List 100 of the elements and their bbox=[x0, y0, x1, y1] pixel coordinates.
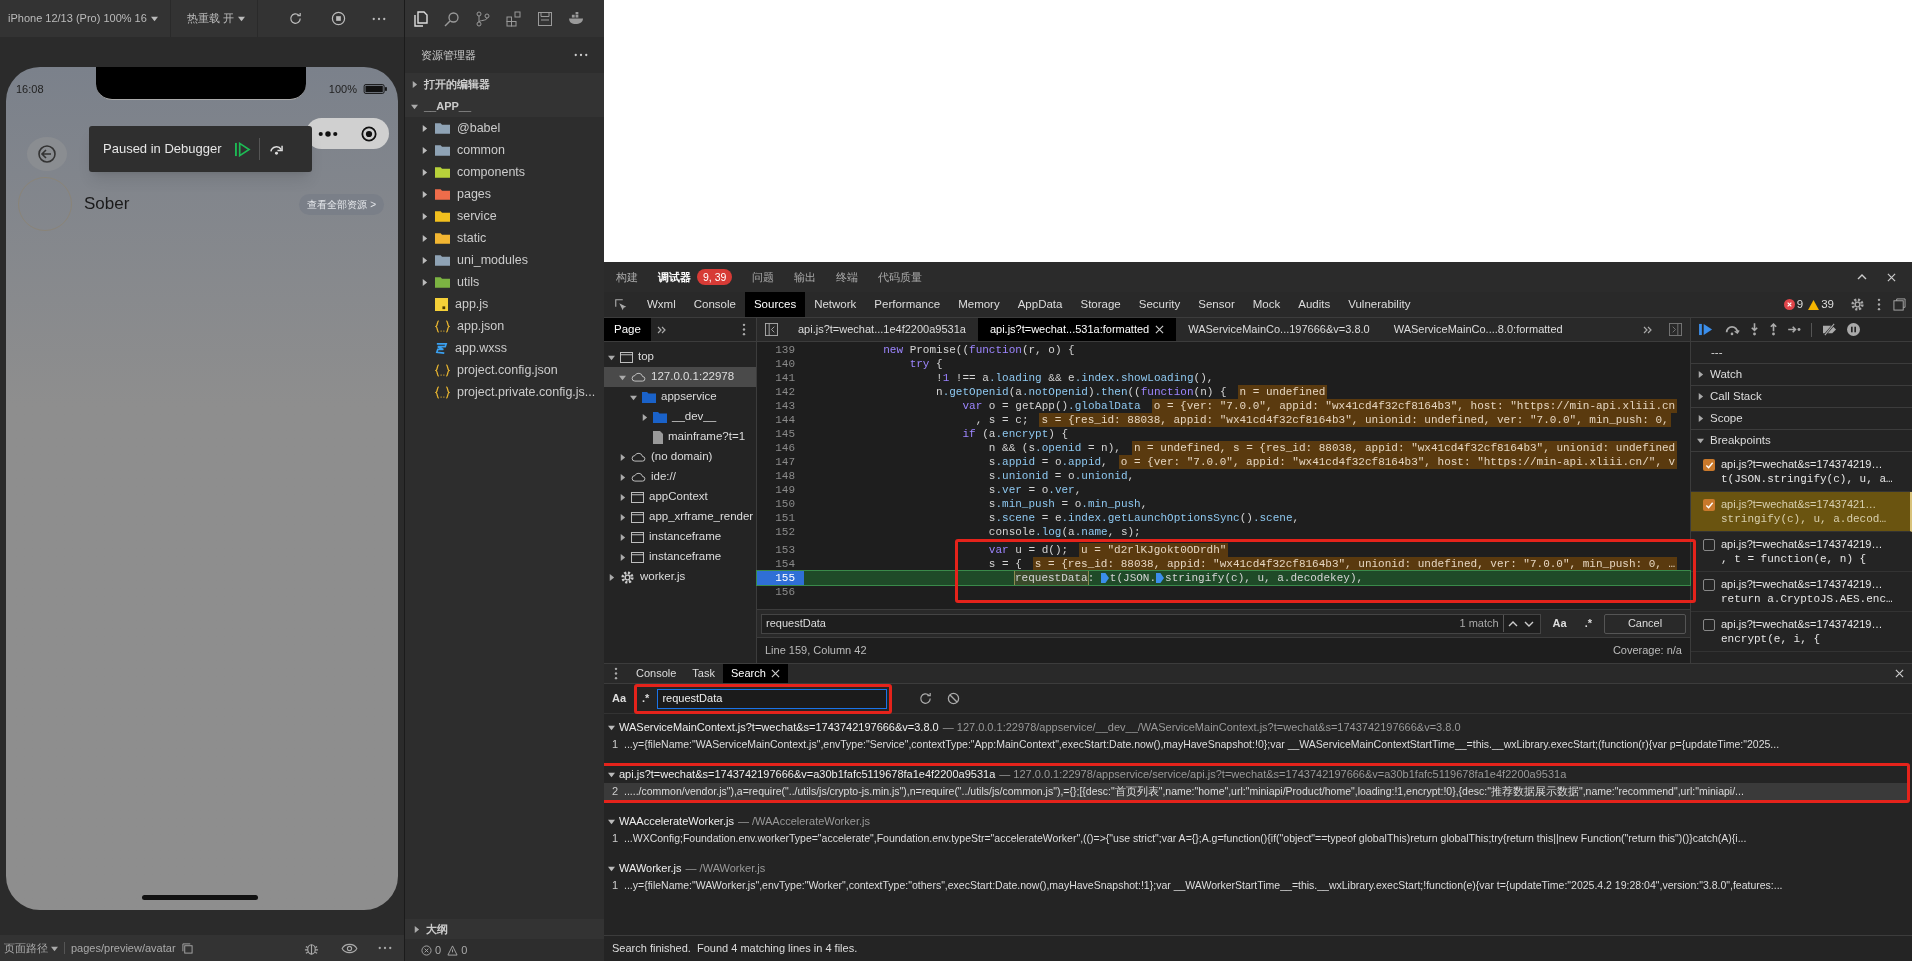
more-icon[interactable] bbox=[614, 667, 618, 680]
collapsed-arrow-icon[interactable] bbox=[619, 453, 626, 461]
explorer-section[interactable]: 打开的编辑器 bbox=[405, 73, 604, 95]
error-icon[interactable] bbox=[1783, 299, 1795, 310]
more-icon[interactable] bbox=[574, 53, 588, 57]
refresh-icon[interactable] bbox=[288, 11, 303, 26]
line-number[interactable]: 154 bbox=[757, 557, 804, 571]
navigator-tab[interactable]: Page bbox=[604, 318, 651, 341]
close-icon[interactable] bbox=[1887, 272, 1896, 282]
whale-icon[interactable] bbox=[568, 12, 585, 25]
collapsed-arrow-icon[interactable] bbox=[619, 553, 626, 561]
checkbox[interactable] bbox=[1703, 459, 1715, 471]
more-tabs-icon[interactable] bbox=[1643, 324, 1653, 335]
panel-tab[interactable]: 调试器 9, 39 bbox=[658, 262, 733, 292]
line-number[interactable]: 146 bbox=[757, 441, 804, 455]
devtools-tab[interactable]: Performance bbox=[865, 292, 950, 317]
devtools-tab[interactable]: Console bbox=[684, 292, 745, 317]
devtools-tab[interactable]: Storage bbox=[1071, 292, 1130, 317]
search-result-file[interactable]: WAWorker.js — /WAWorker.js bbox=[604, 860, 1912, 877]
line-number[interactable]: 151 bbox=[757, 511, 804, 525]
more-icon[interactable] bbox=[742, 323, 746, 336]
file-tree-item[interactable]: uni_modules bbox=[405, 249, 604, 271]
sidebar-section-header[interactable]: Breakpoints bbox=[1691, 430, 1912, 452]
collapsed-arrow-icon[interactable] bbox=[1697, 393, 1704, 400]
panel-tab[interactable]: 问题 bbox=[752, 262, 775, 292]
more-icon[interactable] bbox=[1877, 298, 1881, 311]
tree-item[interactable]: worker.js bbox=[604, 567, 756, 587]
panel-tab[interactable]: 终端 bbox=[836, 262, 859, 292]
page-path-dropdown[interactable]: 页面路径 bbox=[4, 939, 58, 957]
checkbox[interactable] bbox=[1703, 579, 1715, 591]
more-icon[interactable] bbox=[378, 946, 392, 950]
files-icon[interactable] bbox=[413, 10, 429, 27]
drawer-tab[interactable]: Search bbox=[723, 664, 788, 683]
tree-item[interactable]: mainframe?t=1 bbox=[604, 427, 756, 447]
checkbox[interactable] bbox=[1703, 539, 1715, 551]
collapsed-arrow-icon[interactable] bbox=[641, 413, 648, 421]
expanded-arrow-icon[interactable] bbox=[608, 865, 615, 872]
devtools-tab[interactable]: Memory bbox=[949, 292, 1009, 317]
collapsed-arrow-icon[interactable] bbox=[1697, 371, 1704, 378]
sidebar-toggle-icon[interactable] bbox=[765, 323, 778, 336]
tree-item[interactable]: 127.0.0.1:22978 bbox=[604, 367, 756, 387]
tree-item[interactable]: (no domain) bbox=[604, 447, 756, 467]
close-icon[interactable] bbox=[1895, 669, 1904, 678]
search-field[interactable]: requestData bbox=[657, 688, 888, 709]
line-number[interactable]: 153 bbox=[757, 543, 804, 557]
refresh-icon[interactable] bbox=[918, 691, 934, 706]
tree-item[interactable]: appContext bbox=[604, 487, 756, 507]
stop-icon[interactable] bbox=[331, 11, 346, 26]
panel-tab[interactable]: 构建 bbox=[616, 262, 638, 292]
step-into-icon[interactable] bbox=[1750, 323, 1759, 336]
line-number[interactable]: 149 bbox=[757, 483, 804, 497]
line-number[interactable]: 139 bbox=[757, 343, 804, 357]
search-result-line[interactable]: 1 ...y={fileName:"WAServiceMainContext.js",envType:"Service",contextType:"App:MainContext",execStart:Date.now(),mayHaveSnapshot:!0};var __WAServiceMainContextStartTime__=this.__wxLibrary.execStart;(function(r){var p={updateTime:"2025... bbox=[604, 736, 1912, 753]
back-icon[interactable] bbox=[27, 137, 67, 171]
panel-tab[interactable]: 输出 bbox=[794, 262, 817, 292]
blocks-icon[interactable] bbox=[506, 10, 522, 27]
file-tree-item[interactable]: static bbox=[405, 227, 604, 249]
collapsed-arrow-icon[interactable] bbox=[421, 234, 428, 242]
regex-toggle[interactable]: .* bbox=[640, 690, 652, 707]
collapsed-arrow-icon[interactable] bbox=[421, 146, 428, 154]
line-number[interactable]: 156 bbox=[757, 585, 804, 599]
expanded-arrow-icon[interactable] bbox=[411, 102, 418, 110]
search-result-file[interactable]: api.js?t=wechat&s=1743742197666&v=a30b1fafc5119678fa1e4f2200a9531a — 127.0.0.1:22978/appservice/service/api.js?t=wechat&s=1743742197666&v=a30b1fafc5119678fa1e4f2200a9531a bbox=[604, 766, 1907, 783]
line-number[interactable]: 155 bbox=[757, 571, 804, 585]
file-tree-item[interactable]: app.json bbox=[405, 315, 604, 337]
devtools-tab[interactable]: Audits bbox=[1289, 292, 1340, 317]
breakpoint-item[interactable]: api.js?t=wechat&s=17437421… stringify(c), u, a.decod… bbox=[1691, 492, 1912, 532]
expanded-arrow-icon[interactable] bbox=[608, 818, 615, 825]
search-result-file[interactable]: WAServiceMainContext.js?t=wechat&s=1743742197666&v=3.8.0 — 127.0.0.1:22978/appservice/__dev__/WAServiceMainContext.js?t=wechat&s=1743742197666&v=3.8.0 bbox=[604, 719, 1912, 736]
line-number[interactable]: 150 bbox=[757, 497, 804, 511]
close-icon[interactable] bbox=[770, 669, 780, 678]
line-number[interactable]: 144 bbox=[757, 413, 804, 427]
file-tab[interactable]: WAServiceMainCo...197666&v=3.8.0 bbox=[1176, 318, 1382, 341]
breakpoint-item[interactable]: api.js?t=wechat&s=174374219… , t = function(e, n) { bbox=[1691, 532, 1912, 572]
collapsed-arrow-icon[interactable] bbox=[413, 925, 420, 933]
search-result-line[interactable]: 1 ...y={fileName:"WAWorker.js",envType:"Worker",contextType:"others",execStart:Date.now(),mayHaveSnapshot:!1};var __WAWorkerStartTime__=this.__wxLibrary.execStart;!function(e){var t={updateTime:"2025.4.2 19:28:04",version:"3.8.0",features:... bbox=[604, 877, 1912, 894]
tree-item[interactable]: app_xrframe_render bbox=[604, 507, 756, 527]
collapsed-arrow-icon[interactable] bbox=[421, 256, 428, 264]
cancel-button[interactable]: Cancel bbox=[1604, 613, 1686, 634]
drawer-tab[interactable]: Task bbox=[684, 664, 723, 683]
expanded-arrow-icon[interactable] bbox=[608, 724, 615, 731]
breakpoint-item[interactable]: api.js?t=wechat&s=174374219… encrypt(e, i, { bbox=[1691, 612, 1912, 652]
branch-icon[interactable] bbox=[475, 10, 491, 27]
tree-item[interactable]: ide:// bbox=[604, 467, 756, 487]
breakpoint-item[interactable]: api.js?t=wechat&s=174374219… return a.CryptoJS.AES.enc… bbox=[1691, 572, 1912, 612]
sidebar-section-header[interactable]: Scope bbox=[1691, 408, 1912, 430]
close-icon[interactable] bbox=[1155, 325, 1165, 334]
explorer-section[interactable]: __APP__ bbox=[405, 95, 604, 117]
outline-section[interactable]: 大纲 bbox=[405, 919, 604, 939]
deactivate-breakpoints-icon[interactable] bbox=[1822, 323, 1837, 336]
expanded-arrow-icon[interactable] bbox=[608, 771, 615, 778]
execution-marker-icon[interactable] bbox=[1156, 573, 1165, 583]
sidebar-section-header[interactable]: Call Stack bbox=[1691, 386, 1912, 408]
search-result-line[interactable]: 1 ...WXConfig;Foundation.env.workerType="accelerate",Foundation.env.typeStr="accelerateWorker",(()=>{"use strict";var A={};A.g=function(){if("object"==typeof globalThis)return globalThis;try{return this||new Function("return this")()}catch(A){i... bbox=[604, 830, 1912, 847]
collapsed-arrow-icon[interactable] bbox=[411, 80, 418, 88]
more-tabs-icon[interactable] bbox=[656, 324, 667, 335]
panel-tab[interactable]: 代码质量 bbox=[878, 262, 923, 292]
collapsed-arrow-icon[interactable] bbox=[619, 473, 626, 481]
capsule-menu[interactable] bbox=[306, 118, 389, 149]
line-number[interactable]: 142 bbox=[757, 385, 804, 399]
